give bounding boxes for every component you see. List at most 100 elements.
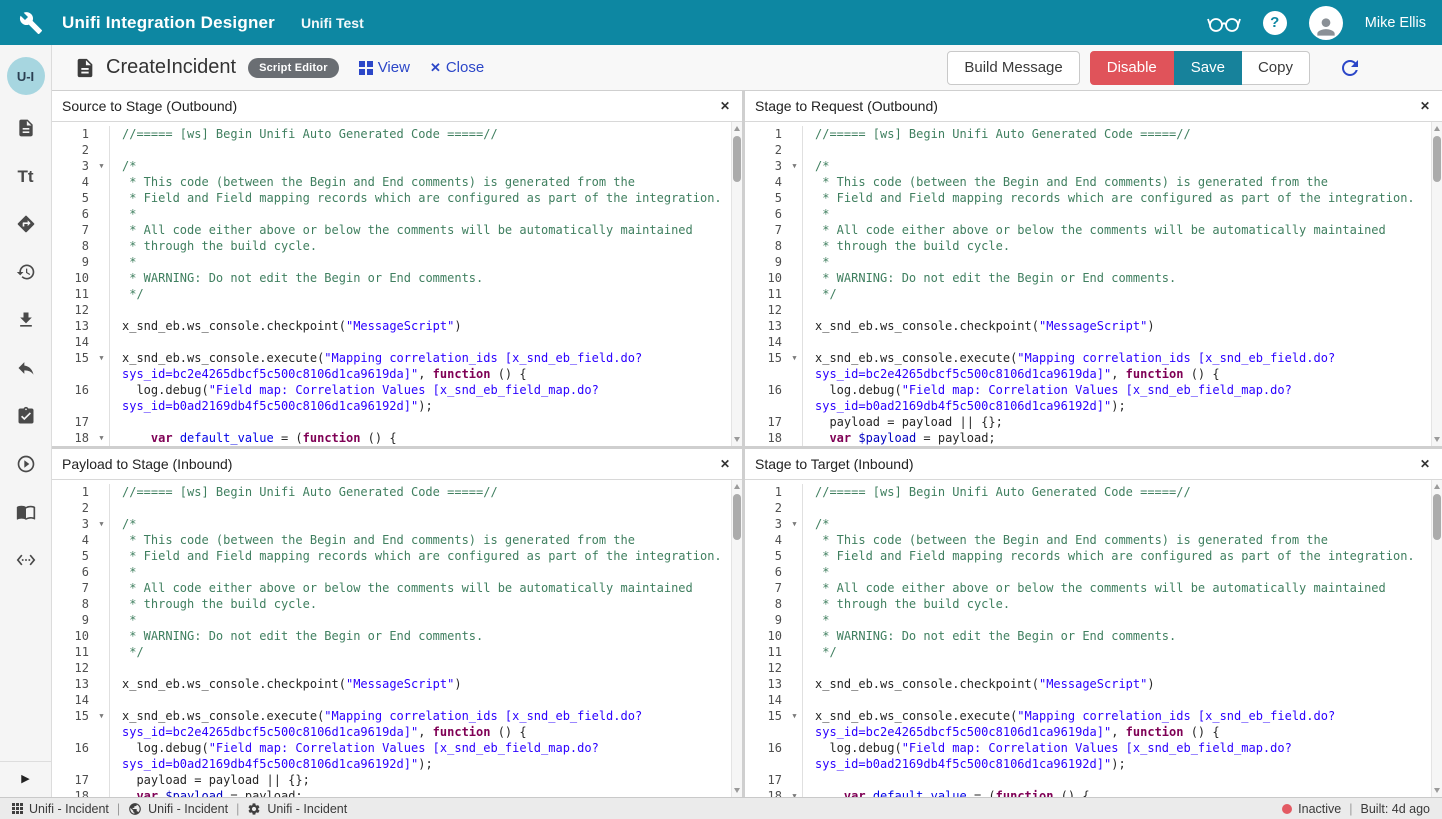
- run-icon[interactable]: [13, 453, 39, 475]
- menu-icon[interactable]: [1394, 59, 1418, 76]
- code-text: payload = payload || {};: [110, 772, 742, 788]
- line-number: 7: [52, 222, 94, 238]
- fold-arrow-icon[interactable]: ▼: [94, 708, 109, 740]
- code-editor[interactable]: 1//===== [ws] Begin Unifi Auto Generated…: [745, 122, 1442, 446]
- scrollbar-thumb[interactable]: [733, 136, 741, 182]
- code-editor[interactable]: 1 //===== [ws] Begin Unifi Auto Generated…: [745, 480, 1442, 797]
- line-number: 1: [52, 126, 94, 142]
- download-icon[interactable]: [13, 309, 39, 331]
- scrollbar-thumb[interactable]: [1433, 494, 1441, 540]
- code-line: 8 * through the build cycle.: [745, 596, 1442, 612]
- code-text: [110, 302, 742, 318]
- directions-icon[interactable]: [13, 213, 39, 235]
- expand-sidebar-button[interactable]: ▶: [0, 761, 51, 797]
- header-actions: ? Mike Ellis: [1207, 6, 1426, 40]
- fold-arrow-icon[interactable]: ▼: [787, 708, 802, 740]
- code-line: 4 * This code (between the Begin and End…: [52, 532, 742, 548]
- fold-arrow-icon[interactable]: ▼: [787, 788, 802, 797]
- code-text: *: [803, 564, 1442, 580]
- code-line: 10 * WARNING: Do not edit the Begin or E…: [745, 628, 1442, 644]
- fold-arrow-icon[interactable]: ▼: [94, 430, 109, 446]
- user-name[interactable]: Mike Ellis: [1365, 15, 1426, 31]
- fold-gutter: [94, 286, 109, 302]
- fold-arrow-icon[interactable]: ▼: [94, 158, 109, 174]
- disable-button[interactable]: Disable: [1090, 51, 1174, 85]
- code-text: //===== [ws] Begin Unifi Auto Generated …: [110, 484, 742, 500]
- code-line: 18▼ var default_value = (function () {: [52, 430, 742, 446]
- help-icon[interactable]: ?: [1263, 11, 1287, 35]
- code-text: * Field and Field mapping records which …: [803, 548, 1442, 564]
- tasks-icon[interactable]: [13, 405, 39, 427]
- preview-glasses-icon[interactable]: [1207, 13, 1241, 33]
- statusbar-app-3[interactable]: Unifi - Incident: [247, 802, 347, 816]
- line-number: 4: [52, 532, 94, 548]
- fold-arrow-icon[interactable]: ▼: [94, 350, 109, 382]
- separator: |: [117, 802, 120, 816]
- code-line: 11 */: [745, 286, 1442, 302]
- fold-gutter: [94, 500, 109, 516]
- line-number: 13: [52, 318, 94, 334]
- code-line: 3▼/*: [52, 516, 742, 532]
- code-text: */: [110, 644, 742, 660]
- scrollbar-thumb[interactable]: [1433, 136, 1441, 182]
- code-text: log.debug("Field map: Correlation Values…: [803, 382, 1442, 414]
- save-button[interactable]: Save: [1174, 51, 1242, 85]
- code-line: 10 * WARNING: Do not edit the Begin or E…: [745, 270, 1442, 286]
- panel-close-icon[interactable]: ✕: [1418, 457, 1432, 471]
- code-line: 3▼/*: [745, 516, 1442, 532]
- line-number: 1: [745, 484, 787, 500]
- fold-arrow-icon[interactable]: ▼: [787, 350, 802, 382]
- code-text: //===== [ws] Begin Unifi Auto Generated …: [803, 484, 1442, 500]
- line-number: 10: [745, 628, 787, 644]
- code-line: 5 * Field and Field mapping records whic…: [52, 190, 742, 206]
- code-text: *: [803, 612, 1442, 628]
- document-icon[interactable]: [13, 117, 39, 139]
- line-number: 6: [745, 564, 787, 580]
- panel-scrollbar[interactable]: [1431, 480, 1442, 797]
- line-number: 12: [52, 302, 94, 318]
- panel-close-icon[interactable]: ✕: [1418, 99, 1432, 113]
- code-icon[interactable]: [13, 549, 39, 571]
- line-number: 3: [52, 158, 94, 174]
- wrench-icon[interactable]: [18, 10, 44, 36]
- fold-gutter: [787, 286, 802, 302]
- module-avatar[interactable]: U-I: [7, 57, 45, 95]
- statusbar-app-2[interactable]: Unifi - Incident: [128, 802, 228, 816]
- fold-arrow-icon[interactable]: ▼: [94, 516, 109, 532]
- left-sidebar: U-I Tt: [0, 45, 52, 797]
- statusbar-app-1[interactable]: Unifi - Incident: [12, 802, 109, 816]
- code-editor[interactable]: 1//===== [ws] Begin Unifi Auto Generated…: [52, 122, 742, 446]
- code-line: 4 * This code (between the Begin and End…: [745, 174, 1442, 190]
- panel-stage-to-target: Stage to Target (Inbound) ✕ 1//===== [ws…: [745, 449, 1442, 797]
- code-line: 5 * Field and Field mapping records whic…: [745, 190, 1442, 206]
- close-button[interactable]: ✕ Close: [430, 59, 484, 76]
- copy-button[interactable]: Copy: [1242, 51, 1310, 85]
- undo-icon[interactable]: [13, 357, 39, 379]
- build-message-button[interactable]: Build Message: [947, 51, 1079, 85]
- refresh-icon[interactable]: [1338, 56, 1362, 80]
- fold-gutter: [94, 676, 109, 692]
- scrollbar-thumb[interactable]: [733, 494, 741, 540]
- panel-scrollbar[interactable]: [731, 122, 742, 446]
- text-format-icon[interactable]: Tt: [13, 165, 39, 187]
- panel-close-icon[interactable]: ✕: [718, 99, 732, 113]
- panel-scrollbar[interactable]: [731, 480, 742, 797]
- docs-icon[interactable]: [13, 501, 39, 523]
- panel-close-icon[interactable]: ✕: [718, 457, 732, 471]
- fold-gutter: [94, 174, 109, 190]
- fold-gutter: [787, 142, 802, 158]
- separator: |: [236, 802, 239, 816]
- line-number: 14: [745, 692, 787, 708]
- status-bar: Unifi - Incident | Unifi - Incident | Un…: [0, 797, 1442, 819]
- user-avatar[interactable]: [1309, 6, 1343, 40]
- code-line: 9 *: [745, 254, 1442, 270]
- panel-scrollbar[interactable]: [1431, 122, 1442, 446]
- fold-arrow-icon[interactable]: ▼: [787, 516, 802, 532]
- line-number: 16: [52, 382, 94, 414]
- code-editor[interactable]: 1//===== [ws] Begin Unifi Auto Generated…: [52, 480, 742, 797]
- view-button[interactable]: View: [359, 59, 410, 76]
- line-number: 12: [745, 302, 787, 318]
- fold-arrow-icon[interactable]: ▼: [787, 158, 802, 174]
- history-icon[interactable]: [13, 261, 39, 283]
- code-text: [110, 692, 742, 708]
